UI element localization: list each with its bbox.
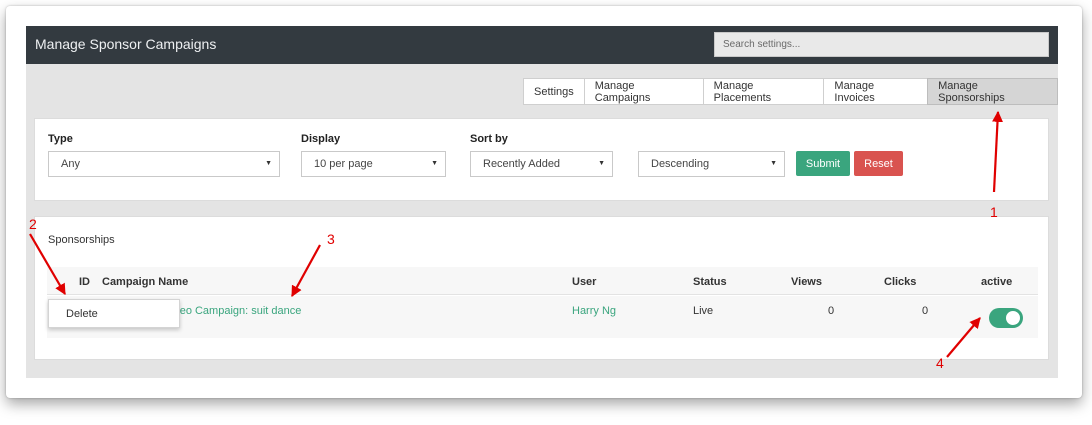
tab-bar: Settings Manage Campaigns Manage Placeme… xyxy=(523,78,1058,105)
sort-label: Sort by xyxy=(470,133,508,145)
order-select-value: Descending xyxy=(651,158,710,170)
panel-title: Sponsorships xyxy=(48,234,115,246)
table-row[interactable]: Video Campaign: suit dance Harry Ng Live… xyxy=(47,296,1038,338)
tab-manage-sponsorships[interactable]: Manage Sponsorships xyxy=(927,78,1058,105)
sort-select-value: Recently Added xyxy=(483,158,561,170)
annotation-label-2: 2 xyxy=(29,216,37,232)
order-select[interactable]: Descending ▼ xyxy=(638,151,785,177)
annotation-label-1: 1 xyxy=(990,204,998,220)
user-link[interactable]: Harry Ng xyxy=(572,305,616,317)
column-views: Views xyxy=(791,276,822,288)
views-value: 0 xyxy=(828,305,835,317)
tab-manage-placements[interactable]: Manage Placements xyxy=(702,78,825,105)
tab-settings[interactable]: Settings xyxy=(523,78,585,105)
annotation-label-4: 4 xyxy=(936,355,944,371)
chevron-down-icon: ▼ xyxy=(431,160,438,167)
campaign-name-link[interactable]: Video Campaign: suit dance xyxy=(164,305,301,317)
display-select[interactable]: 10 per page ▼ xyxy=(301,151,446,177)
tab-manage-campaigns[interactable]: Manage Campaigns xyxy=(583,78,704,105)
clicks-value: 0 xyxy=(922,305,929,317)
column-user: User xyxy=(572,276,597,288)
screenshot-frame: Manage Sponsor Campaigns Settings Manage… xyxy=(6,6,1082,398)
column-status: Status xyxy=(693,276,727,288)
reset-button[interactable]: Reset xyxy=(854,151,903,176)
delete-menu-item: Delete xyxy=(66,307,98,320)
type-select[interactable]: Any ▼ xyxy=(48,151,280,177)
tab-manage-invoices[interactable]: Manage Invoices xyxy=(823,78,929,105)
type-label: Type xyxy=(48,133,73,145)
chevron-down-icon: ▼ xyxy=(598,160,605,167)
column-active: active xyxy=(981,276,1013,288)
display-label: Display xyxy=(301,133,341,145)
toggle-knob xyxy=(1006,311,1020,325)
column-campaign-name: Campaign Name xyxy=(102,276,189,288)
table-header: ID Campaign Name User Status Views Click… xyxy=(47,267,1038,295)
app-window: Manage Sponsor Campaigns Settings Manage… xyxy=(26,26,1058,378)
submit-button[interactable]: Submit xyxy=(796,151,850,176)
chevron-down-icon: ▼ xyxy=(265,160,272,167)
status-value: Live xyxy=(693,305,714,317)
context-menu-delete[interactable]: Delete xyxy=(48,299,180,328)
page-title: Manage Sponsor Campaigns xyxy=(35,36,217,52)
sort-select[interactable]: Recently Added ▼ xyxy=(470,151,613,177)
annotation-label-3: 3 xyxy=(327,231,335,247)
sponsorships-panel: Sponsorships ID Campaign Name User Statu… xyxy=(34,216,1049,360)
type-select-value: Any xyxy=(61,158,80,170)
column-clicks: Clicks xyxy=(884,276,917,288)
top-bar: Manage Sponsor Campaigns xyxy=(26,26,1058,64)
search-input[interactable] xyxy=(714,32,1049,57)
chevron-down-icon: ▼ xyxy=(770,160,777,167)
active-toggle[interactable] xyxy=(989,308,1023,328)
column-id: ID xyxy=(79,276,90,288)
filter-panel: Type Any ▼ Display 10 per page ▼ Sort by… xyxy=(34,118,1049,201)
display-select-value: 10 per page xyxy=(314,158,373,170)
